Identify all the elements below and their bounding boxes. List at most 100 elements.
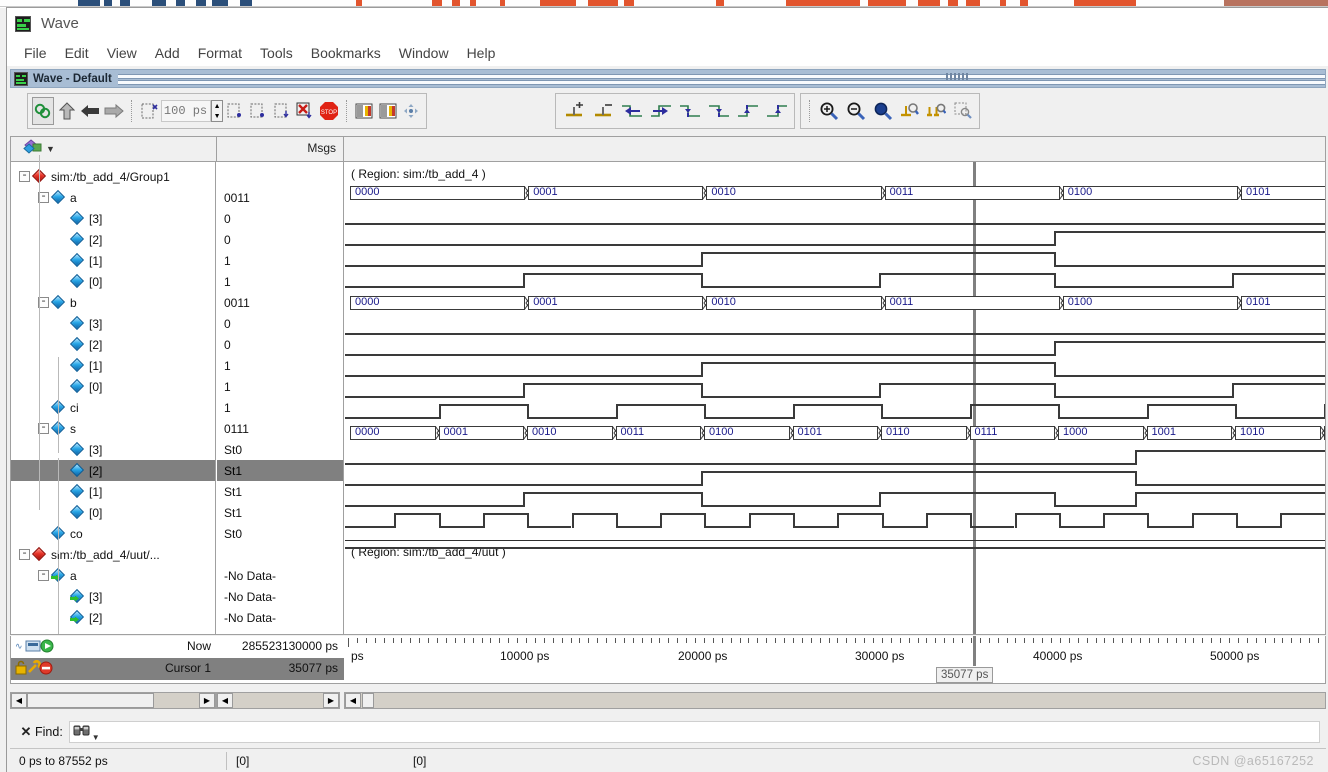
find-next-rising-edge-icon[interactable] xyxy=(763,97,790,125)
signal-value-row[interactable]: 0011 xyxy=(217,187,343,208)
cursor-1-line[interactable] xyxy=(973,162,976,634)
signal-value-row[interactable]: -No Data- xyxy=(217,586,343,607)
signal-row-b[interactable]: -b xyxy=(11,292,215,313)
signal-row-a[interactable]: -a xyxy=(11,565,215,586)
palette-dropdown-icon[interactable]: ▼ xyxy=(46,144,55,154)
find-binoculars-icon[interactable] xyxy=(73,723,91,742)
signal-value-row[interactable]: -No Data- xyxy=(217,607,343,628)
menu-tools[interactable]: Tools xyxy=(251,43,302,63)
tree-expander[interactable]: - xyxy=(19,171,30,182)
find-dropdown-icon[interactable]: ▼ xyxy=(92,733,100,742)
signal-row-0[interactable]: [0] xyxy=(11,271,215,292)
signal-palette-icon[interactable] xyxy=(23,139,43,159)
wave-scroll-thumb[interactable] xyxy=(362,693,374,708)
menu-view[interactable]: View xyxy=(98,43,146,63)
forward-arrow-icon[interactable] xyxy=(103,97,125,125)
drag-mode-icon[interactable] xyxy=(401,97,423,125)
signal-row-a[interactable]: -a xyxy=(11,187,215,208)
signal-row-1[interactable]: [1] xyxy=(11,250,215,271)
signal-row-2[interactable]: [2] xyxy=(11,229,215,250)
signal-value-row[interactable]: 0011 xyxy=(217,292,343,313)
names-scroll-right-icon[interactable]: ▶ xyxy=(199,693,215,708)
zoom-mouse-icon[interactable] xyxy=(950,97,975,125)
wave-pane-header[interactable]: Wave - Default xyxy=(10,69,1326,88)
signal-row-sim-tb-add-4-group1[interactable]: - sim:/tb_add_4/Group1 xyxy=(11,166,215,187)
delete-cursor-icon[interactable] xyxy=(224,97,246,125)
cursor1-row[interactable]: Cursor 1 35077 ps xyxy=(11,658,344,680)
signal-value-row[interactable]: 0 xyxy=(217,313,343,334)
delete-all-cursors-icon[interactable] xyxy=(295,97,317,125)
previous-cursor-icon[interactable] xyxy=(248,97,270,125)
now-row[interactable]: ∿ Now 285523130000 ps xyxy=(11,636,344,658)
signal-row-co[interactable]: co xyxy=(11,523,215,544)
signal-row-0[interactable]: [0] xyxy=(11,376,215,397)
signal-value-row[interactable]: 0 xyxy=(217,334,343,355)
wave-hscrollbar[interactable]: ◀ xyxy=(344,692,1326,709)
close-find-icon[interactable]: ✕ xyxy=(18,724,34,740)
signal-row-2[interactable]: [2] xyxy=(11,607,215,628)
values-hscrollbar[interactable]: ◀ ▶ xyxy=(216,692,340,709)
signal-value-row[interactable]: 0111 xyxy=(217,418,343,439)
wave-scroll-left-icon[interactable]: ◀ xyxy=(345,693,361,708)
timestep-spinner[interactable]: ▲ ▼ xyxy=(211,100,224,122)
signal-value-row[interactable]: 0 xyxy=(217,208,343,229)
signal-value-row[interactable]: -No Data- xyxy=(217,565,343,586)
stop-icon[interactable]: STOP xyxy=(318,97,340,125)
tree-expander[interactable]: - xyxy=(19,549,30,560)
waveform-canvas[interactable]: ( Region: sim:/tb_add_4 )( Region: sim:/… xyxy=(345,162,1325,634)
signal-value-row[interactable]: St1 xyxy=(217,502,343,523)
next-cursor-icon[interactable] xyxy=(271,97,293,125)
pane-grip-icon[interactable] xyxy=(945,73,968,84)
signal-row-0[interactable]: [0] xyxy=(11,502,215,523)
insert-cursor-plus-icon[interactable] xyxy=(560,97,587,125)
find-previous-rising-edge-icon[interactable] xyxy=(734,97,761,125)
insert-cursor-minus-icon[interactable] xyxy=(589,97,616,125)
find-input[interactable]: ▼ xyxy=(68,721,1320,743)
signal-row-sim-tb-add-4-uut[interactable]: - sim:/tb_add_4/uut/... xyxy=(11,544,215,565)
find-previous-falling-edge-icon[interactable] xyxy=(676,97,703,125)
signal-value-row[interactable] xyxy=(217,166,343,187)
signal-row-3[interactable]: [3] xyxy=(11,313,215,334)
values-scroll-left-icon[interactable]: ◀ xyxy=(217,693,233,708)
signal-value-row[interactable] xyxy=(217,544,343,565)
zoom-out-icon[interactable] xyxy=(844,97,869,125)
pane-drag-rail[interactable] xyxy=(117,73,1326,85)
cursor-lock-icon[interactable] xyxy=(15,660,61,676)
back-arrow-icon[interactable] xyxy=(80,97,102,125)
find-previous-transition-icon[interactable] xyxy=(618,97,645,125)
find-previous-up-icon[interactable] xyxy=(56,97,78,125)
tree-expander[interactable]: - xyxy=(38,570,49,581)
zoom-in-icon[interactable] xyxy=(817,97,842,125)
signal-row-2[interactable]: [2] xyxy=(11,460,215,481)
toggle-leaf-names-icon[interactable] xyxy=(32,97,54,125)
signal-value-row[interactable]: 1 xyxy=(217,250,343,271)
signal-value-row[interactable]: 1 xyxy=(217,397,343,418)
zoom-full-icon[interactable] xyxy=(870,97,895,125)
wave-compare2-icon[interactable] xyxy=(377,97,399,125)
names-scroll-left-icon[interactable]: ◀ xyxy=(11,693,27,708)
signal-value-row[interactable]: 1 xyxy=(217,355,343,376)
insert-cursor-icon[interactable] xyxy=(138,97,160,125)
timeline-cursor-marker[interactable] xyxy=(973,636,976,666)
signal-row-ci[interactable]: ci xyxy=(11,397,215,418)
signal-row-s[interactable]: -s xyxy=(11,418,215,439)
menu-add[interactable]: Add xyxy=(146,43,189,63)
signal-value-row[interactable]: St0 xyxy=(217,439,343,460)
signal-row-3[interactable]: [3] xyxy=(11,208,215,229)
signal-row-1[interactable]: [1] xyxy=(11,481,215,502)
menu-format[interactable]: Format xyxy=(189,43,251,63)
signal-value-row[interactable]: St1 xyxy=(217,481,343,502)
find-next-falling-edge-icon[interactable] xyxy=(705,97,732,125)
signal-value-row[interactable]: 1 xyxy=(217,376,343,397)
signal-value-row[interactable]: St0 xyxy=(217,523,343,544)
signal-names-column[interactable]: - sim:/tb_add_4/Group1- a [3] [2] [1] [0] - b [3]… xyxy=(11,155,216,634)
zoom-cursor-icon[interactable] xyxy=(897,97,922,125)
signal-row-2[interactable]: [2] xyxy=(11,334,215,355)
menu-help[interactable]: Help xyxy=(458,43,505,63)
signal-value-row[interactable]: 1 xyxy=(217,271,343,292)
values-scroll-right-icon[interactable]: ▶ xyxy=(323,693,339,708)
timeline-ruler[interactable]: 35077 ps ps 10000 ps 20000 ps 30000 ps 40000… xyxy=(345,636,1325,683)
menu-file[interactable]: File xyxy=(15,43,56,63)
names-scroll-thumb[interactable] xyxy=(27,693,154,708)
wave-compare-icon[interactable] xyxy=(353,97,375,125)
